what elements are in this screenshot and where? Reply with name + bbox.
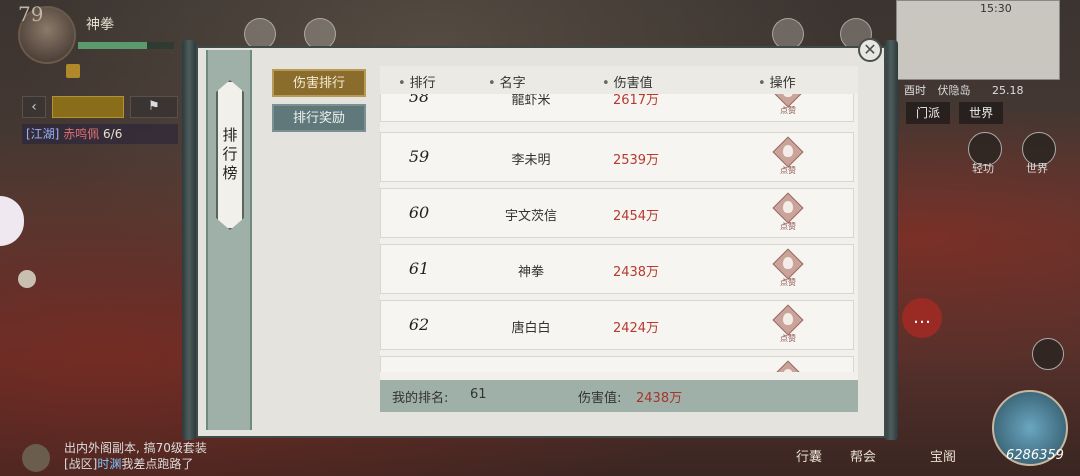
quest-progress: 6/6 bbox=[103, 127, 123, 141]
bag-icon[interactable] bbox=[18, 270, 36, 288]
ranking-header: • 排行 • 名字 • 伤害值 • 操作 bbox=[380, 66, 858, 94]
row-rank: 59 bbox=[408, 147, 430, 166]
scroll-rod-left bbox=[182, 40, 196, 440]
lotus-icon bbox=[783, 145, 793, 157]
tab-ranking-rewards[interactable]: 排行奖励 bbox=[272, 104, 366, 132]
scroll-rod-right bbox=[884, 40, 898, 440]
status-time: 15:30 bbox=[980, 2, 1012, 15]
chat-line-1: 出内外阁副本, 搞70级套装 bbox=[64, 441, 207, 455]
like-button[interactable]: 点赞 bbox=[772, 136, 804, 175]
region-name: 伏隐岛 bbox=[937, 84, 971, 97]
flag-icon[interactable]: ⚑ bbox=[130, 96, 178, 118]
like-button[interactable]: 点赞 bbox=[772, 192, 804, 231]
task-tab-button[interactable] bbox=[52, 96, 124, 118]
row-rank: 60 bbox=[408, 203, 430, 222]
my-ranking-footer: 我的排名: 61 伤害值: 2438万 bbox=[380, 380, 858, 412]
channel-tabs: 门派 世界 bbox=[906, 102, 1007, 124]
table-row: 61 神拳 2438万 点赞 bbox=[380, 244, 854, 294]
chat-sender: 时渊 bbox=[97, 457, 122, 471]
table-row: 58 龍虾米 2617万 点赞 bbox=[380, 94, 854, 122]
tab-damage-ranking[interactable]: 伤害排行 bbox=[272, 69, 366, 97]
guild-button[interactable]: 帮会 bbox=[850, 446, 876, 465]
inventory-button[interactable]: 行囊 bbox=[796, 446, 822, 465]
my-rank-value: 61 bbox=[470, 387, 487, 402]
lotus-icon bbox=[783, 257, 793, 269]
header-name: • 名字 bbox=[488, 76, 526, 91]
row-damage: 2424万 bbox=[612, 321, 660, 336]
like-caption: 点赞 bbox=[780, 106, 796, 115]
world-label: 世界 bbox=[1026, 162, 1048, 175]
row-damage: 2454万 bbox=[612, 209, 660, 224]
region-coord: 25.18 bbox=[992, 84, 1024, 97]
row-damage: 2539万 bbox=[612, 153, 660, 168]
table-row: 59 李未明 2539万 点赞 bbox=[380, 132, 854, 182]
tab-world[interactable]: 世界 bbox=[959, 102, 1004, 124]
row-damage: 2617万 bbox=[612, 94, 660, 108]
chat-line-2: [战区]时渊我差点跑路了 bbox=[64, 456, 314, 472]
like-button[interactable]: 点赞 bbox=[772, 94, 804, 115]
chat-avatar bbox=[22, 444, 50, 472]
row-name: 李未明 bbox=[511, 153, 551, 168]
like-caption: 点赞 bbox=[780, 222, 796, 231]
like-caption: 点赞 bbox=[780, 278, 796, 287]
chat-channel: [战区] bbox=[64, 457, 98, 471]
table-row: 60 宇文茨信 2454万 点赞 bbox=[380, 188, 854, 238]
quest-npc: 赤鸣佩 bbox=[63, 127, 100, 141]
chat-log[interactable]: 出内外阁副本, 搞70级套装 [战区]时渊我差点跑路了 bbox=[64, 440, 314, 472]
lightfoot-label: 轻功 bbox=[972, 162, 994, 175]
panel-title-plaque: 排行榜 bbox=[216, 80, 244, 230]
row-rank: 58 bbox=[408, 94, 430, 106]
tab-sect[interactable]: 门派 bbox=[906, 102, 951, 124]
player-level: 79 bbox=[18, 2, 44, 26]
close-button[interactable]: ✕ bbox=[858, 38, 882, 62]
combat-power: 6286359 bbox=[1006, 448, 1064, 463]
chat-message: 我差点跑路了 bbox=[121, 457, 194, 471]
fan-icon[interactable] bbox=[1032, 338, 1064, 370]
row-rank: 61 bbox=[408, 259, 430, 278]
hp-bar-fill bbox=[78, 42, 148, 49]
header-rank: • 排行 bbox=[398, 76, 436, 91]
row-rank: 62 bbox=[408, 315, 430, 334]
row-name: 唐白白 bbox=[511, 321, 551, 336]
lotus-icon bbox=[783, 313, 793, 325]
table-row: 62 唐白白 2424万 点赞 bbox=[380, 300, 854, 350]
my-rank-label: 我的排名: bbox=[392, 391, 449, 406]
like-caption: 点赞 bbox=[780, 166, 796, 175]
table-row bbox=[380, 356, 854, 372]
my-damage-label: 伤害值: bbox=[578, 391, 622, 406]
row-name: 龍虾米 bbox=[511, 94, 551, 108]
hp-bar bbox=[78, 42, 174, 49]
like-button[interactable]: 点赞 bbox=[772, 248, 804, 287]
collapse-arrow-icon[interactable]: ‹ bbox=[22, 96, 46, 118]
like-button[interactable]: 点赞 bbox=[772, 304, 804, 343]
lotus-icon bbox=[783, 201, 793, 213]
shop-button[interactable]: 宝阁 bbox=[930, 446, 956, 465]
region-time: 酉时 bbox=[904, 84, 926, 97]
minimap[interactable] bbox=[896, 0, 1060, 80]
player-name: 神拳 bbox=[86, 17, 114, 33]
chat-bubble-icon[interactable]: … bbox=[902, 298, 942, 338]
like-caption: 点赞 bbox=[780, 334, 796, 343]
quest-tag: [江湖] bbox=[26, 127, 60, 141]
my-damage-value: 2438万 bbox=[636, 391, 683, 406]
header-damage: • 伤害值 bbox=[602, 76, 653, 91]
panel-title: 排行榜 bbox=[220, 126, 239, 184]
row-name: 神拳 bbox=[517, 265, 544, 280]
header-action: • 操作 bbox=[758, 76, 796, 91]
like-button[interactable] bbox=[772, 360, 804, 372]
buff-icon[interactable] bbox=[66, 64, 80, 78]
quest-tracker[interactable]: [江湖] 赤鸣佩 6/6 bbox=[22, 124, 178, 144]
row-name: 宇文茨信 bbox=[504, 209, 557, 224]
region-info: 酉时 伏隐岛 25.18 bbox=[904, 82, 1024, 98]
row-damage: 2438万 bbox=[612, 265, 660, 280]
ranking-rows[interactable]: 58 龍虾米 2617万 点赞 59 李未明 2539万 点赞 60 宇文茨信 … bbox=[380, 94, 858, 372]
